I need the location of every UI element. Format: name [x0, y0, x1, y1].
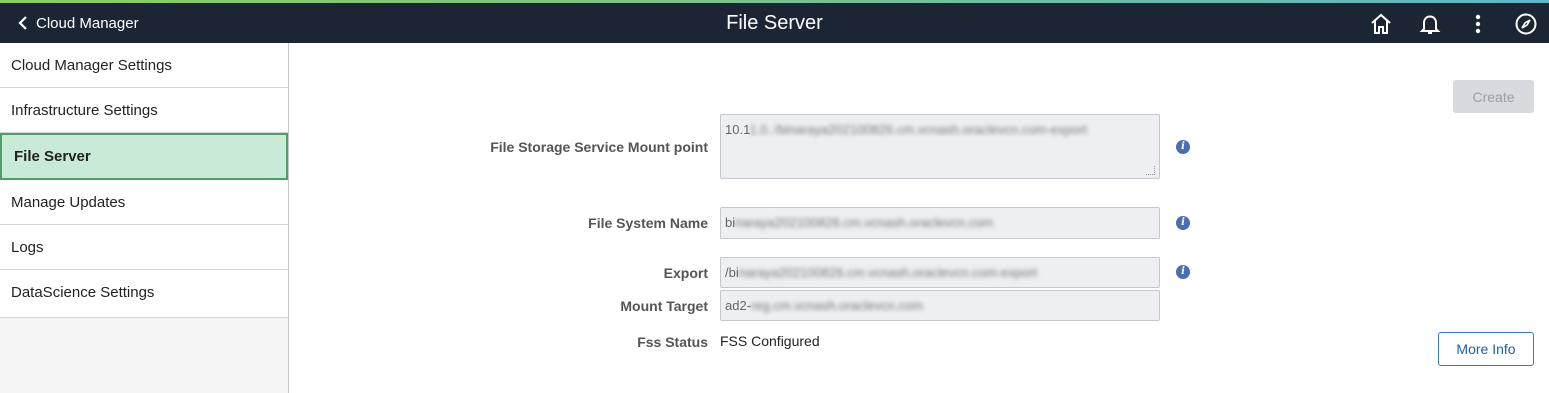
- create-button[interactable]: Create: [1453, 80, 1534, 113]
- mount-target-label: Mount Target: [620, 298, 708, 314]
- export-field[interactable]: /binaraya202100826.cm.vcnash.oraclevcn.c…: [720, 257, 1160, 288]
- fss-status-label: Fss Status: [637, 334, 708, 350]
- file-system-name-value-visible: bi: [725, 215, 736, 230]
- file-system-name-label: File System Name: [588, 215, 708, 231]
- mount-target-value-visible: ad2-: [725, 298, 752, 313]
- mount-point-value-redacted: 1.0.:/binaraya202100826.cm.vcnash.oracle…: [749, 122, 1087, 137]
- file-system-name-field[interactable]: binaraya202100826.cm.vcnash.oraclevcn.co…: [720, 207, 1160, 239]
- export-label: Export: [663, 265, 708, 281]
- sidebar-item-infrastructure-settings[interactable]: Infrastructure Settings: [0, 88, 288, 133]
- resize-handle-icon[interactable]: [1146, 166, 1155, 175]
- sidebar-item-datascience-settings[interactable]: DataScience Settings: [0, 270, 288, 318]
- export-value-visible: /bi: [725, 265, 739, 280]
- sidebar-item-manage-updates[interactable]: Manage Updates: [0, 180, 288, 225]
- page-title: File Server: [726, 12, 823, 34]
- back-button[interactable]: Cloud Manager: [18, 3, 139, 43]
- mount-point-textarea[interactable]: 10.11.0.:/binaraya202100826.cm.vcnash.or…: [720, 114, 1160, 179]
- compass-icon[interactable]: [1513, 11, 1539, 37]
- more-vertical-icon[interactable]: [1465, 11, 1491, 37]
- info-icon[interactable]: i: [1176, 140, 1190, 154]
- mount-point-label: File Storage Service Mount point: [490, 139, 708, 155]
- info-icon[interactable]: i: [1176, 216, 1190, 230]
- mount-target-field[interactable]: ad2-reg.cm.vcnash.oraclevcn.com: [720, 290, 1160, 321]
- sidebar-item-logs[interactable]: Logs: [0, 225, 288, 270]
- export-value-redacted: naraya202100826.cm.vcnash.oraclevcn.com-…: [738, 265, 1038, 280]
- chevron-left-icon: [18, 16, 27, 30]
- file-system-name-value-redacted: naraya202100826.cm.vcnash.oraclevcn.com: [735, 215, 994, 230]
- sidebar-item-file-server[interactable]: File Server: [0, 133, 288, 180]
- mount-point-value-visible: 10.1: [725, 122, 750, 137]
- bell-icon[interactable]: [1417, 11, 1443, 37]
- sidebar-item-cloud-manager-settings[interactable]: Cloud Manager Settings: [0, 43, 288, 88]
- more-info-button[interactable]: More Info: [1438, 332, 1534, 366]
- mount-target-value-redacted: reg.cm.vcnash.oraclevcn.com: [751, 298, 923, 313]
- top-navigation-bar: Cloud Manager File Server: [0, 3, 1549, 43]
- home-icon[interactable]: [1368, 11, 1394, 37]
- back-button-label: Cloud Manager: [36, 14, 139, 32]
- info-icon[interactable]: i: [1176, 265, 1190, 279]
- fss-status-value: FSS Configured: [720, 333, 820, 349]
- sidebar: Cloud Manager Settings Infrastructure Se…: [0, 43, 289, 393]
